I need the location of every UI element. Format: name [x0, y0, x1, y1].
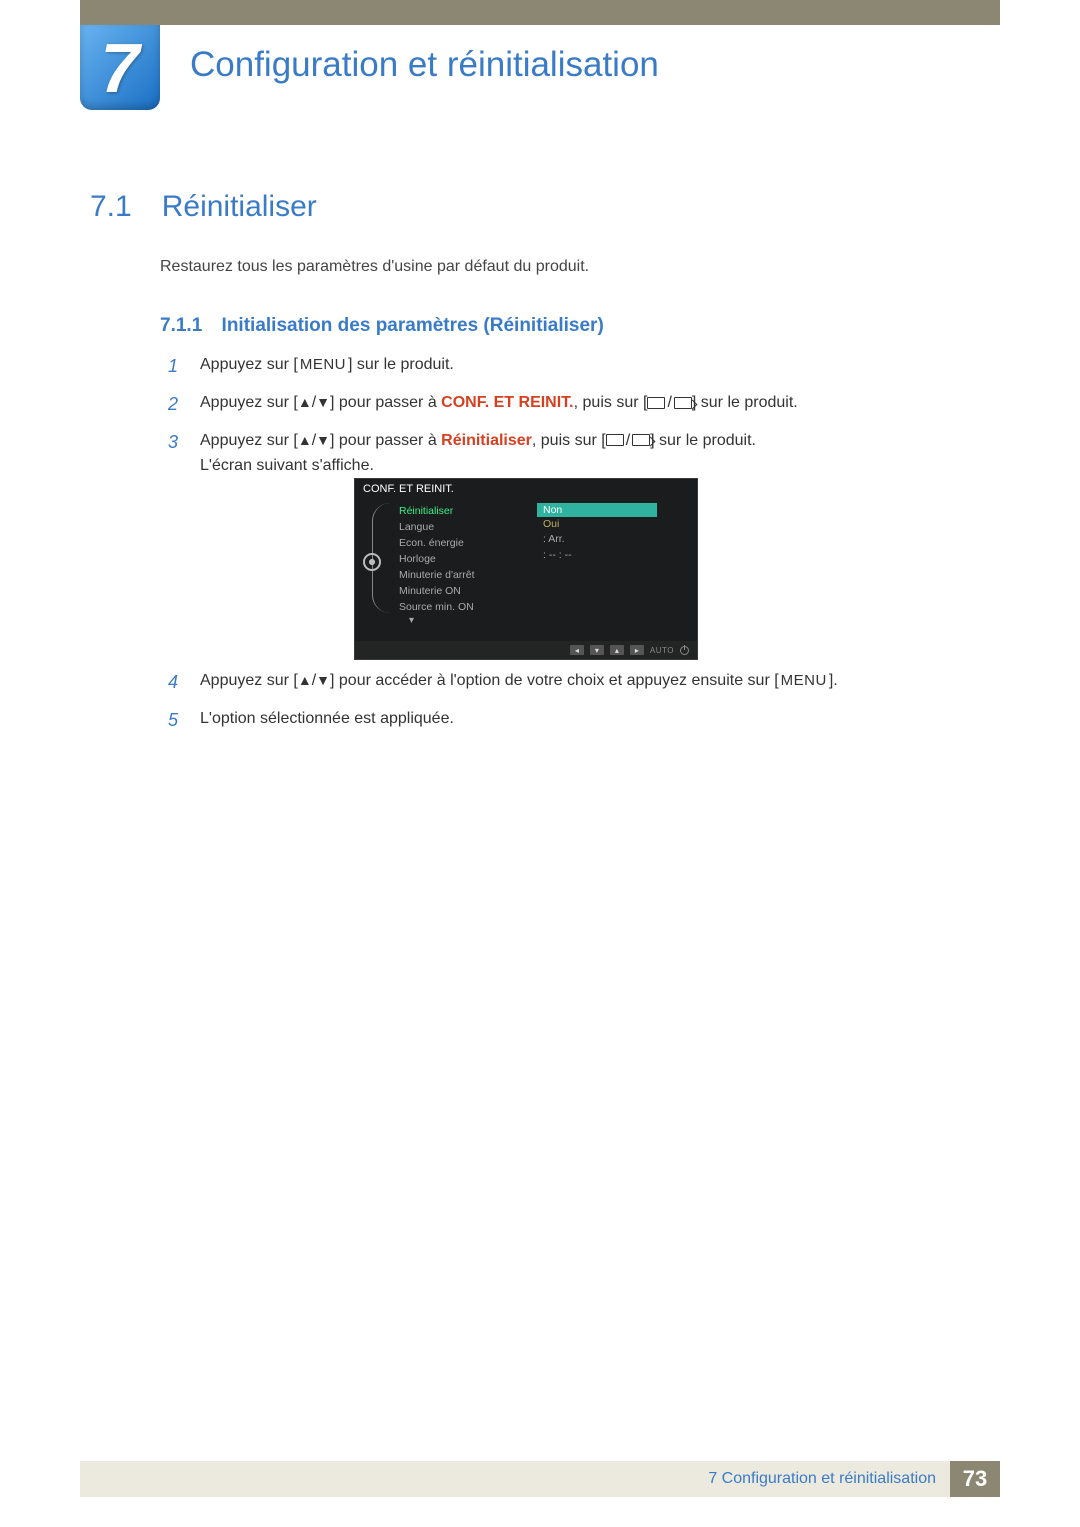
section-intro-text: Restaurez tous les paramètres d'usine pa…	[160, 258, 589, 276]
power-icon	[680, 646, 689, 655]
gear-icon	[363, 553, 381, 571]
osd-nav-right-icon: ▸	[630, 645, 644, 655]
up-arrow-icon: ▲	[298, 432, 312, 448]
osd-option-highlight: Non	[537, 503, 657, 517]
osd-menu-item: Horloge	[399, 551, 531, 567]
step-number: 2	[168, 390, 184, 419]
screen-enter-icon: /	[647, 390, 691, 416]
osd-title: CONF. ET REINIT.	[355, 479, 697, 499]
osd-menu-item: Econ. énergie	[399, 535, 531, 551]
osd-menu-item: Minuterie ON	[399, 583, 531, 599]
highlight-text: Réinitialiser	[441, 432, 532, 449]
steps-group-2: 4 Appuyez sur [▲/▼] pour accéder à l'opt…	[168, 668, 938, 744]
osd-nav-down-icon: ▾	[590, 645, 604, 655]
osd-menu-item-selected: Réinitialiser	[399, 503, 531, 519]
top-accent-bar	[80, 0, 1000, 25]
osd-menu-list: Réinitialiser Langue Econ. énergie Horlo…	[399, 503, 531, 615]
chapter-number: 7	[101, 28, 140, 108]
menu-key-icon: MENU	[779, 669, 829, 693]
chapter-title: Configuration et réinitialisation	[190, 45, 659, 85]
step-text: Appuyez sur [▲/▼] pour passer à CONF. ET…	[200, 390, 798, 419]
step-extra-text: L'écran suivant s'affiche.	[200, 457, 374, 474]
step-4: 4 Appuyez sur [▲/▼] pour accéder à l'opt…	[168, 668, 938, 697]
highlight-text: CONF. ET REINIT.	[441, 394, 573, 411]
step-text: L'option sélectionnée est appliquée.	[200, 706, 454, 735]
osd-footer-bar: ◂ ▾ ▴ ▸ AUTO	[355, 641, 697, 659]
step-number: 4	[168, 668, 184, 697]
step-5: 5 L'option sélectionnée est appliquée.	[168, 706, 938, 735]
osd-nav-up-icon: ▴	[610, 645, 624, 655]
section-number: 7.1	[90, 190, 132, 224]
screen-enter-icon: /	[606, 428, 650, 454]
section-heading: 7.1 Réinitialiser	[90, 190, 317, 224]
osd-auto-label: AUTO	[650, 646, 674, 655]
down-arrow-icon: ▼	[316, 394, 330, 410]
up-arrow-icon: ▲	[298, 672, 312, 688]
steps-group-1: 1 Appuyez sur [MENU] sur le produit. 2 A…	[168, 352, 918, 488]
step-number: 3	[168, 428, 184, 479]
step-3: 3 Appuyez sur [▲/▼] pour passer à Réinit…	[168, 428, 918, 479]
step-text: Appuyez sur [▲/▼] pour passer à Réinitia…	[200, 428, 756, 479]
up-arrow-icon: ▲	[298, 394, 312, 410]
step-number: 1	[168, 352, 184, 381]
chapter-number-tab: 7	[80, 25, 160, 110]
osd-values: Non Oui : Arr. : -- : --	[531, 503, 697, 615]
osd-value: : -- : --	[537, 547, 697, 563]
step-text: Appuyez sur [MENU] sur le produit.	[200, 352, 454, 381]
subsection-number: 7.1.1	[160, 315, 202, 336]
osd-value: : Arr.	[537, 531, 697, 547]
osd-menu-item: Minuterie d'arrêt	[399, 567, 531, 583]
step-2: 2 Appuyez sur [▲/▼] pour passer à CONF. …	[168, 390, 918, 419]
osd-down-arrow: ▾	[355, 615, 697, 626]
subsection-heading: 7.1.1 Initialisation des paramètres (Réi…	[160, 315, 604, 337]
down-arrow-icon: ▼	[316, 672, 330, 688]
osd-menu-item: Source min. ON	[399, 599, 531, 615]
osd-nav-left-icon: ◂	[570, 645, 584, 655]
step-number: 5	[168, 706, 184, 735]
page-number: 73	[950, 1461, 1000, 1497]
step-text: Appuyez sur [▲/▼] pour accéder à l'optio…	[200, 668, 838, 697]
osd-menu-item: Langue	[399, 519, 531, 535]
footer-chapter-label: 7 Configuration et réinitialisation	[708, 1470, 950, 1488]
menu-key-icon: MENU	[298, 353, 348, 377]
osd-screenshot: CONF. ET REINIT. Réinitialiser Langue Ec…	[354, 478, 698, 660]
section-title: Réinitialiser	[162, 190, 317, 224]
osd-option: Oui	[537, 517, 657, 531]
subsection-title: Initialisation des paramètres (Réinitial…	[222, 315, 604, 336]
step-1: 1 Appuyez sur [MENU] sur le produit.	[168, 352, 918, 381]
page-footer-bar: 7 Configuration et réinitialisation 73	[80, 1461, 1000, 1497]
down-arrow-icon: ▼	[316, 432, 330, 448]
